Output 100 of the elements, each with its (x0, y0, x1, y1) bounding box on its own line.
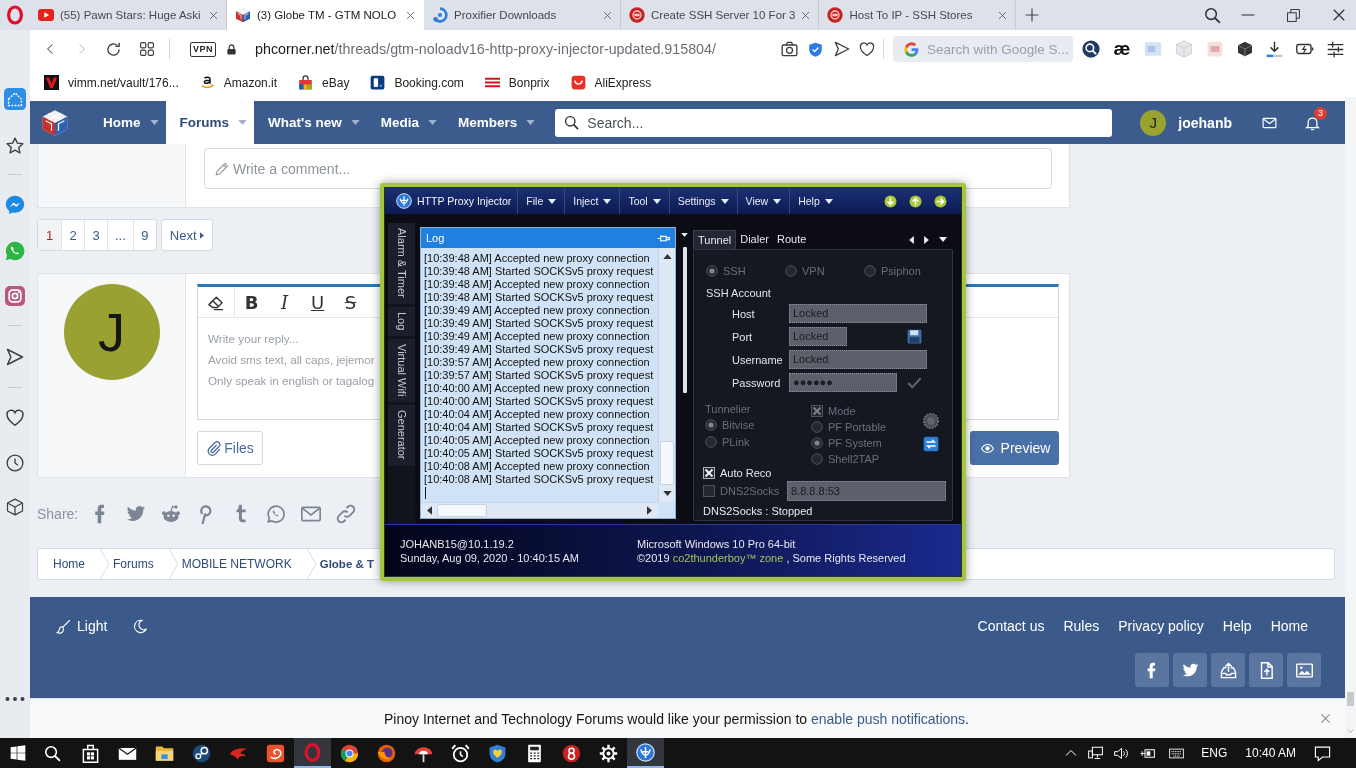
menu-button[interactable]: Settings (668, 188, 737, 214)
scroll-thumb[interactable] (1347, 692, 1354, 706)
breadcrumb-link[interactable]: Home (53, 549, 113, 579)
page-link[interactable]: 9 (132, 220, 156, 250)
check-icon[interactable] (907, 375, 922, 390)
arrow-left-icon[interactable] (909, 235, 914, 244)
arrow-right-icon[interactable] (934, 194, 947, 208)
menu-button[interactable]: Tool (619, 188, 669, 214)
bold-button[interactable]: B (235, 291, 268, 313)
footer-link[interactable]: Home (1270, 618, 1308, 634)
arrow-up-icon[interactable] (909, 194, 922, 208)
preview-button[interactable]: Preview (970, 431, 1059, 465)
restore-icon[interactable] (1287, 8, 1300, 22)
sliders-icon[interactable] (1327, 40, 1344, 58)
send-icon[interactable] (834, 41, 850, 57)
page-link[interactable]: ... (107, 220, 133, 250)
browser-tab[interactable]: (3) Globe TM - GTM NOLO (227, 0, 424, 30)
close-icon[interactable] (1332, 8, 1346, 22)
start-icon[interactable] (10, 745, 26, 761)
pin-icon[interactable] (657, 233, 670, 243)
caret-icon[interactable] (939, 237, 947, 242)
grid-icon[interactable] (140, 42, 154, 56)
facebook-button[interactable] (1135, 653, 1169, 687)
files-button[interactable]: Files (197, 431, 263, 465)
clock-icon[interactable] (6, 454, 24, 472)
extension-button[interactable]: æ (1113, 40, 1131, 58)
page-link[interactable]: 1 (38, 220, 61, 250)
cube-icon[interactable] (1237, 41, 1253, 57)
search-field[interactable]: Search... (555, 108, 1113, 137)
opera-logo-icon[interactable] (7, 5, 23, 25)
star-icon[interactable] (6, 137, 24, 155)
heart-icon[interactable] (859, 41, 875, 57)
nav-tab[interactable]: Forums (165, 101, 255, 144)
page-link[interactable]: 2 (61, 220, 84, 250)
caret-icon[interactable] (681, 233, 688, 237)
link-icon[interactable] (336, 504, 357, 524)
arrow-down-icon[interactable] (884, 194, 897, 208)
next-button[interactable]: Next (160, 219, 213, 251)
back-icon[interactable] (45, 41, 55, 57)
taskbar-button[interactable] (294, 738, 331, 768)
breadcrumb-link[interactable]: Globe & T (319, 549, 374, 579)
send-icon[interactable] (6, 348, 24, 366)
scroll-right-icon[interactable] (647, 506, 652, 515)
reload-icon[interactable] (106, 41, 121, 57)
menu-button[interactable]: File (517, 188, 565, 214)
search-icon[interactable] (1204, 6, 1221, 24)
instagram-icon[interactable] (5, 286, 25, 306)
address-field[interactable]: phcorner.net/threads/gtm-noloadv16-http-proxy-injector-updated.915804/ (255, 36, 781, 62)
menu-button[interactable]: Help (789, 188, 841, 214)
breadcrumb-link[interactable]: Forums (113, 549, 182, 579)
new-tab-icon[interactable] (1025, 8, 1040, 22)
bookmark-link[interactable]: vimm.net/vault/176... (44, 75, 179, 90)
splitter-bar[interactable] (682, 247, 687, 393)
underline-button[interactable]: U (301, 291, 334, 313)
page-link[interactable]: 3 (84, 220, 107, 250)
save-icon[interactable] (907, 329, 922, 344)
scrollbar[interactable] (421, 502, 658, 518)
nav-tab[interactable]: Members (444, 101, 543, 144)
side-tab[interactable]: Log (388, 306, 415, 337)
search-icon[interactable] (44, 744, 61, 762)
video-tile-icon[interactable] (1206, 40, 1224, 58)
footer-link[interactable]: Rules (1063, 618, 1100, 634)
scroll-up-icon[interactable] (662, 254, 672, 259)
messenger-icon[interactable] (5, 195, 25, 215)
nav-tab[interactable]: What's new (254, 101, 367, 144)
volume-icon[interactable] (1114, 745, 1130, 761)
twitter-icon[interactable] (126, 504, 147, 524)
nav-tab[interactable]: Media (366, 101, 444, 144)
scroll-thumb[interactable] (437, 504, 487, 517)
camera-icon[interactable] (781, 41, 798, 57)
italic-button[interactable]: I (268, 291, 301, 313)
side-tab[interactable]: Alarm & Timer (388, 223, 415, 304)
file-upload-button[interactable] (1249, 653, 1283, 687)
bookmark-link[interactable]: Bonprix (484, 75, 550, 90)
download-icon[interactable] (1266, 40, 1283, 58)
footer-link[interactable]: Contact us (977, 618, 1045, 634)
panel-tab[interactable]: Route (772, 230, 811, 249)
language-indicator[interactable]: ENG (1201, 746, 1228, 760)
twitter-button[interactable] (1173, 653, 1207, 687)
menu-button[interactable]: Inject (564, 188, 620, 214)
footer-link[interactable]: Help (1222, 618, 1252, 634)
site-logo-icon[interactable] (41, 108, 69, 137)
author-link[interactable]: co2thunderboy™ zone (672, 552, 784, 564)
arrows-tile-icon[interactable] (923, 436, 939, 452)
close-icon[interactable] (406, 10, 415, 20)
whatsapp-icon[interactable] (266, 504, 287, 524)
breadcrumb-link[interactable]: MOBILE NETWORK (181, 549, 320, 579)
nav-tab[interactable]: Home (89, 101, 166, 144)
checkbox-option[interactable]: Auto Reco (703, 465, 952, 480)
arrow-right-icon[interactable] (924, 235, 929, 244)
scroll-down-icon[interactable] (662, 491, 672, 496)
bookmark-link[interactable]: Booking.com (370, 75, 464, 90)
mail-icon[interactable] (301, 504, 322, 524)
tray-upload-button[interactable] (1211, 653, 1245, 687)
side-tab[interactable]: Generator (388, 405, 415, 466)
menu-button[interactable]: View (736, 188, 790, 214)
bookmark-link[interactable]: Amazon.it (199, 75, 278, 90)
home-tile-icon[interactable] (4, 88, 26, 110)
footer-link[interactable]: Privacy policy (1118, 618, 1204, 634)
network-icon[interactable] (1088, 745, 1104, 761)
